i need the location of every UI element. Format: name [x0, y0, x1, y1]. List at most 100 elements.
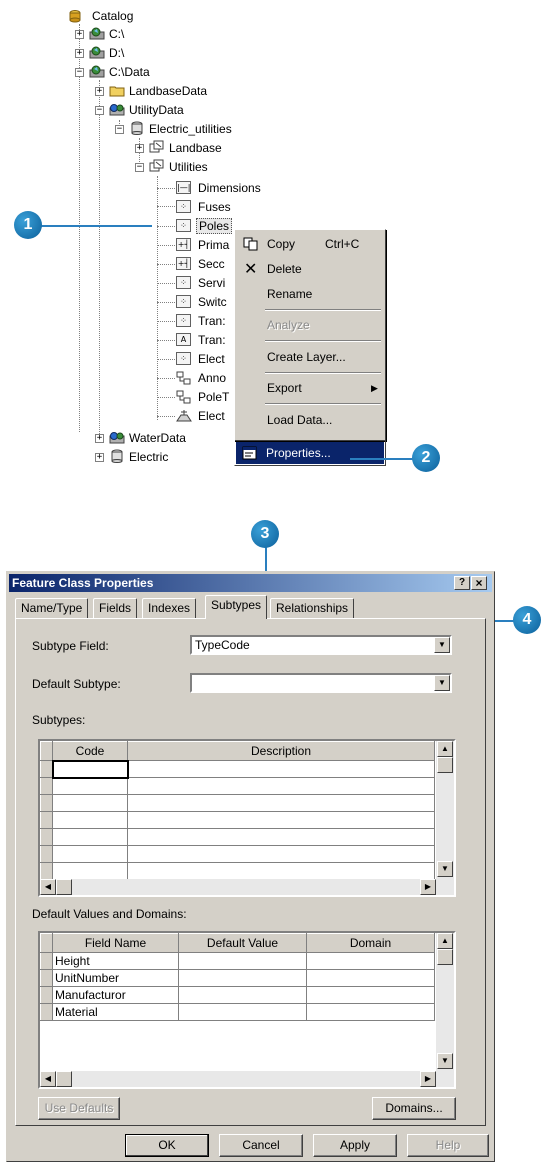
callout-1: 1: [14, 211, 42, 239]
scroll-up-icon[interactable]: ▲: [437, 933, 453, 949]
tree-line: [157, 416, 175, 417]
table-cell[interactable]: [178, 969, 307, 987]
scroll-down-icon[interactable]: ▼: [437, 861, 453, 877]
table-cell[interactable]: [306, 969, 435, 987]
collapse-icon[interactable]: −: [75, 68, 84, 77]
subtype-field-select[interactable]: TypeCode ▼: [190, 635, 452, 655]
tab-name-type[interactable]: Name/Type: [15, 598, 89, 618]
collapse-icon[interactable]: −: [135, 163, 144, 172]
menu-item-delete[interactable]: ✕ Delete: [237, 257, 383, 282]
column-header-domain[interactable]: Domain: [306, 933, 435, 953]
column-header-code[interactable]: Code: [52, 741, 128, 761]
table-cell[interactable]: [127, 760, 435, 778]
point-fc-icon: ⁘: [176, 314, 191, 327]
table-row[interactable]: Height: [40, 952, 435, 970]
table-cell[interactable]: [51, 759, 129, 779]
help-button[interactable]: Help: [407, 1134, 489, 1157]
expand-icon[interactable]: +: [135, 144, 144, 153]
scroll-left-icon[interactable]: ◀: [40, 1071, 56, 1087]
table-row[interactable]: [40, 828, 435, 846]
cancel-button[interactable]: Cancel: [219, 1134, 303, 1157]
collapse-icon[interactable]: −: [115, 125, 124, 134]
table-cell[interactable]: Height: [52, 952, 179, 970]
expand-icon[interactable]: +: [75, 30, 84, 39]
close-icon[interactable]: ×: [471, 576, 487, 590]
collapse-icon[interactable]: −: [95, 106, 104, 115]
table-cell[interactable]: [52, 862, 128, 880]
table-cell[interactable]: [127, 862, 435, 880]
scroll-thumb[interactable]: [56, 879, 72, 895]
table-row[interactable]: Manufacturor: [40, 986, 435, 1004]
expand-icon[interactable]: +: [95, 453, 104, 462]
table-cell[interactable]: [52, 845, 128, 863]
table-cell[interactable]: [52, 811, 128, 829]
scroll-thumb[interactable]: [437, 757, 453, 773]
apply-button[interactable]: Apply: [313, 1134, 397, 1157]
scroll-down-icon[interactable]: ▼: [437, 1053, 453, 1069]
help-icon[interactable]: ?: [454, 576, 470, 590]
expand-icon[interactable]: +: [75, 49, 84, 58]
tab-fields[interactable]: Fields: [93, 598, 138, 618]
table-cell[interactable]: [127, 828, 435, 846]
scroll-left-icon[interactable]: ◀: [40, 879, 56, 895]
default-values-grid[interactable]: Field Name Default Value Domain Height U…: [38, 931, 456, 1089]
table-cell[interactable]: [52, 777, 128, 795]
table-row[interactable]: [40, 862, 435, 880]
scroll-up-icon[interactable]: ▲: [437, 741, 453, 757]
menu-item-create-layer[interactable]: Create Layer...: [237, 345, 383, 370]
horizontal-scrollbar[interactable]: ◀ ▶: [40, 879, 454, 895]
menu-item-export[interactable]: Export ▶: [237, 376, 383, 401]
menu-item-copy[interactable]: Copy Ctrl+C: [237, 232, 383, 257]
table-cell[interactable]: [127, 794, 435, 812]
table-cell[interactable]: [127, 777, 435, 795]
table-cell[interactable]: Manufacturor: [52, 986, 179, 1004]
column-header-description[interactable]: Description: [127, 741, 435, 761]
table-cell[interactable]: [52, 828, 128, 846]
tree-item-label: Elect: [198, 409, 225, 423]
vertical-scrollbar[interactable]: ▲ ▼: [436, 741, 454, 879]
column-header-field-name[interactable]: Field Name: [52, 933, 179, 953]
ok-button[interactable]: OK: [125, 1134, 209, 1157]
drive-icon: [89, 27, 105, 40]
menu-item-load-data[interactable]: Load Data...: [237, 408, 383, 433]
table-row[interactable]: [40, 845, 435, 863]
table-row[interactable]: Material: [40, 1003, 435, 1021]
domains-button[interactable]: Domains...: [372, 1097, 456, 1120]
table-row[interactable]: [40, 794, 435, 812]
subtypes-grid[interactable]: Code Description ▲ ▼ ◀ ▶: [38, 739, 456, 897]
table-cell[interactable]: [178, 952, 307, 970]
tree-line: [157, 397, 175, 398]
table-cell[interactable]: Material: [52, 1003, 179, 1021]
default-subtype-select[interactable]: ▼: [190, 673, 452, 693]
scroll-thumb[interactable]: [56, 1071, 72, 1087]
table-row[interactable]: [40, 759, 435, 779]
expand-icon[interactable]: +: [95, 434, 104, 443]
expand-icon[interactable]: +: [95, 87, 104, 96]
table-row[interactable]: UnitNumber: [40, 969, 435, 987]
scroll-right-icon[interactable]: ▶: [420, 879, 436, 895]
table-row[interactable]: [40, 777, 435, 795]
scroll-thumb[interactable]: [437, 949, 453, 965]
table-cell[interactable]: [306, 1003, 435, 1021]
vertical-scrollbar[interactable]: ▲ ▼: [436, 933, 454, 1071]
menu-item-rename[interactable]: Rename: [237, 282, 383, 307]
tab-subtypes[interactable]: Subtypes: [205, 595, 268, 619]
table-cell[interactable]: [127, 811, 435, 829]
menu-item-properties[interactable]: Properties...: [236, 442, 384, 464]
table-cell[interactable]: [306, 986, 435, 1004]
table-cell[interactable]: [127, 845, 435, 863]
column-header-default-value[interactable]: Default Value: [178, 933, 307, 953]
table-cell[interactable]: [178, 1003, 307, 1021]
chevron-down-icon[interactable]: ▼: [434, 637, 450, 653]
horizontal-scrollbar[interactable]: ◀ ▶: [40, 1071, 454, 1087]
chevron-down-icon[interactable]: ▼: [434, 675, 450, 691]
table-cell[interactable]: [178, 986, 307, 1004]
tab-relationships[interactable]: Relationships: [270, 598, 355, 618]
use-defaults-button[interactable]: Use Defaults: [38, 1097, 120, 1120]
table-cell[interactable]: UnitNumber: [52, 969, 179, 987]
tab-indexes[interactable]: Indexes: [142, 598, 197, 618]
scroll-right-icon[interactable]: ▶: [420, 1071, 436, 1087]
table-row[interactable]: [40, 811, 435, 829]
table-cell[interactable]: [52, 794, 128, 812]
table-cell[interactable]: [306, 952, 435, 970]
